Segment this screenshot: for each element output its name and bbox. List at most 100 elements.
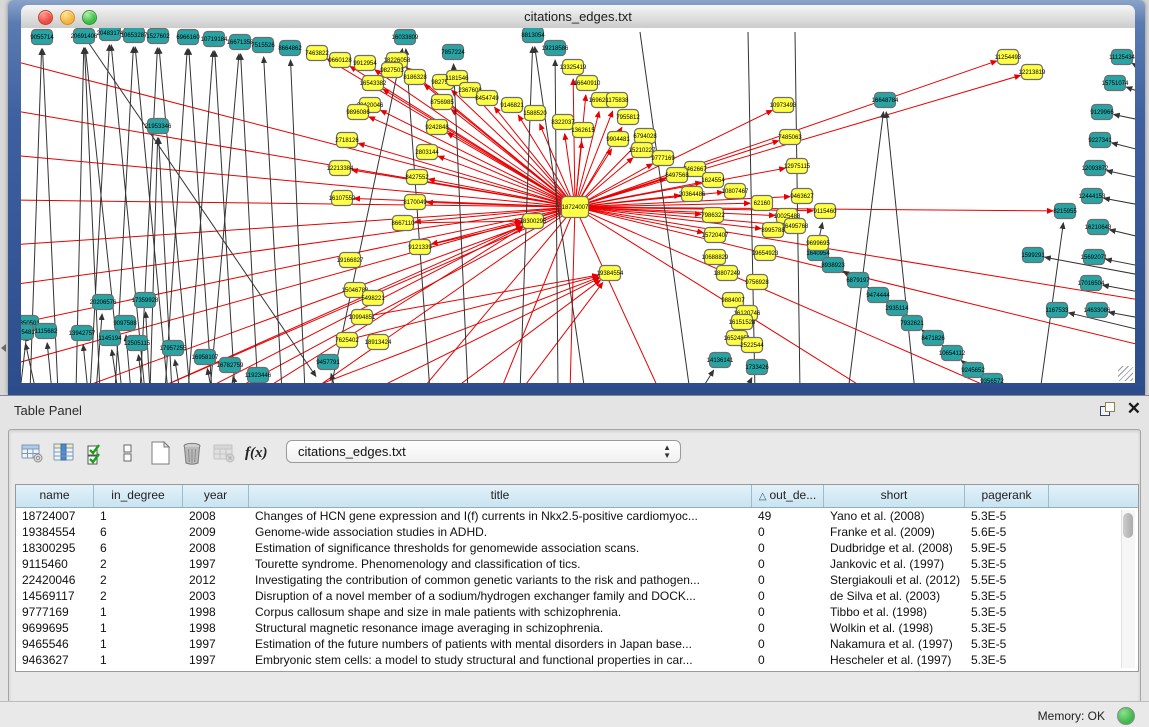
column-header-pagerank[interactable]: pagerank: [965, 485, 1049, 507]
graph-node[interactable]: 16210643: [1085, 220, 1112, 235]
column-header-year[interactable]: year: [183, 485, 249, 507]
graph-node[interactable]: 7463822: [305, 46, 329, 61]
graph-node[interactable]: 7625402: [335, 333, 359, 348]
graph-node[interactable]: 1167533: [1046, 303, 1070, 318]
graph-node[interactable]: 6879197: [846, 273, 870, 288]
table-row[interactable]: 969969511998Structural magnetic resonanc…: [16, 620, 1138, 636]
graph-node[interactable]: 9146821: [500, 98, 524, 113]
graph-node[interactable]: 9474444: [866, 288, 890, 303]
graph-node[interactable]: 8427552: [405, 170, 429, 185]
graph-node[interactable]: 16782759: [217, 358, 244, 373]
graph-node[interactable]: 12975115: [784, 159, 811, 174]
memory-status-icon[interactable]: [1117, 707, 1135, 725]
graph-node[interactable]: 11125434: [1109, 50, 1135, 65]
graph-node[interactable]: 17016504: [1078, 276, 1105, 291]
graph-node[interactable]: 10973493: [770, 98, 797, 113]
table-row[interactable]: 1456911722003Disruption of a novel membe…: [16, 588, 1138, 604]
table-selector-combobox[interactable]: citations_edges.txt ▲▼: [286, 440, 681, 463]
graph-node[interactable]: 9457791: [316, 355, 340, 370]
graph-node[interactable]: 8186328: [403, 70, 427, 85]
graph-node[interactable]: 15720407: [702, 228, 729, 243]
graph-node[interactable]: 12444153: [1079, 189, 1106, 204]
graph-node[interactable]: 11923446: [245, 368, 272, 383]
network-canvas[interactable]: 1872400718300295193845549055714206914062…: [21, 28, 1135, 383]
graph-node[interactable]: 19384554: [597, 266, 624, 281]
table-row[interactable]: 911546021997Tourette syndrome. Phenomeno…: [16, 556, 1138, 572]
graph-node[interactable]: 16958107: [192, 350, 219, 365]
graph-node[interactable]: 1527602: [146, 29, 170, 44]
graph-node[interactable]: 16543382: [360, 76, 387, 91]
graph-node[interactable]: 12213819: [1019, 65, 1046, 80]
graph-node[interactable]: 7955812: [616, 110, 640, 125]
graph-node[interactable]: 2718126: [335, 133, 359, 148]
graph-node[interactable]: 16151528: [729, 315, 756, 330]
graph-node[interactable]: 3915481: [21, 325, 35, 340]
graph-node[interactable]: 8664862: [278, 41, 302, 56]
graph-node[interactable]: 7857224: [441, 45, 465, 60]
graph-node[interactable]: 8170049: [403, 195, 427, 210]
float-window-icon[interactable]: [1099, 401, 1115, 417]
graph-node[interactable]: 8454749: [475, 91, 499, 106]
graph-node[interactable]: 1175838: [606, 93, 630, 108]
graph-node[interactable]: 10994851: [349, 310, 376, 325]
table-row[interactable]: 1830029562008Estimation of significance …: [16, 540, 1138, 556]
vertical-scrollbar[interactable]: [1121, 510, 1135, 668]
column-header-out_degree[interactable]: △out_de...: [752, 485, 824, 507]
graph-node[interactable]: 9463627: [790, 189, 814, 204]
graph-node[interactable]: 16033809: [392, 30, 419, 45]
graph-node[interactable]: 16671358: [227, 35, 254, 50]
graph-node[interactable]: 17359928: [132, 293, 159, 308]
graph-node[interactable]: 6497568: [665, 168, 689, 183]
graph-node[interactable]: 16640910: [574, 76, 601, 91]
resize-grip[interactable]: [1118, 366, 1133, 381]
column-header-in_degree[interactable]: in_degree: [94, 485, 183, 507]
graph-node[interactable]: 2522544: [740, 338, 764, 353]
graph-node[interactable]: 15692071: [1081, 250, 1108, 265]
graph-node[interactable]: 19654923: [752, 246, 779, 261]
graph-node[interactable]: 18913424: [365, 335, 392, 350]
graph-node[interactable]: 20206576: [90, 295, 117, 310]
graph-node[interactable]: 9660128: [328, 53, 352, 68]
graph-node[interactable]: 9055714: [30, 30, 54, 45]
graph-node[interactable]: 8215955: [1053, 204, 1077, 219]
select-all-icon[interactable]: [83, 440, 109, 466]
graph-node[interactable]: 5498221: [361, 291, 385, 306]
graph-node[interactable]: 13325419: [560, 60, 587, 75]
graph-node[interactable]: 9242848: [425, 120, 449, 135]
collapse-handle-icon[interactable]: [1, 344, 6, 352]
column-header-name[interactable]: name: [16, 485, 94, 507]
graph-node[interactable]: 9121339: [408, 240, 432, 255]
delete-table-icon[interactable]: [179, 440, 205, 466]
graph-node[interactable]: 12093872: [1082, 161, 1109, 176]
graph-node[interactable]: 16107552: [329, 191, 356, 206]
function-builder-icon[interactable]: f(x): [245, 445, 268, 462]
graph-node[interactable]: 20691406: [71, 29, 98, 44]
graph-node[interactable]: 7932621: [900, 316, 924, 331]
graph-node[interactable]: 9827503: [380, 63, 404, 78]
graph-node[interactable]: 6966160: [176, 30, 200, 45]
graph-node[interactable]: 14633086: [1084, 303, 1111, 318]
show-columns-icon[interactable]: [51, 440, 77, 466]
graph-node[interactable]: 2803144: [415, 145, 439, 160]
graph-node[interactable]: 9699695: [806, 236, 830, 251]
graph-node[interactable]: 15751074: [1102, 76, 1129, 91]
graph-node[interactable]: 14136141: [707, 353, 734, 368]
column-header-short[interactable]: short: [824, 485, 965, 507]
graph-node[interactable]: 18807249: [714, 266, 741, 281]
close-panel-icon[interactable]: ✕: [1127, 399, 1141, 419]
table-row[interactable]: 946362711997Embryonic stem cells: a mode…: [16, 652, 1138, 668]
graph-node[interactable]: 13942757: [69, 326, 96, 341]
graph-node[interactable]: 9129966: [1090, 105, 1114, 120]
graph-node[interactable]: 9097588: [113, 316, 137, 331]
graph-node[interactable]: 16495768: [782, 219, 809, 234]
graph-node[interactable]: 8938923: [821, 258, 845, 273]
graph-node[interactable]: 12505115: [124, 336, 151, 351]
table-settings-icon[interactable]: [19, 440, 45, 466]
table-row[interactable]: 2242004622012Investigating the contribut…: [16, 572, 1138, 588]
graph-node[interactable]: 21953346: [145, 119, 172, 134]
graph-node[interactable]: 10654112: [939, 346, 966, 361]
graph-node[interactable]: 1115682: [35, 324, 58, 339]
table-row[interactable]: 977716911998Corpus callosum shape and si…: [16, 604, 1138, 620]
graph-node[interactable]: 1733426: [745, 360, 769, 375]
graph-node[interactable]: 9896086: [346, 105, 370, 120]
